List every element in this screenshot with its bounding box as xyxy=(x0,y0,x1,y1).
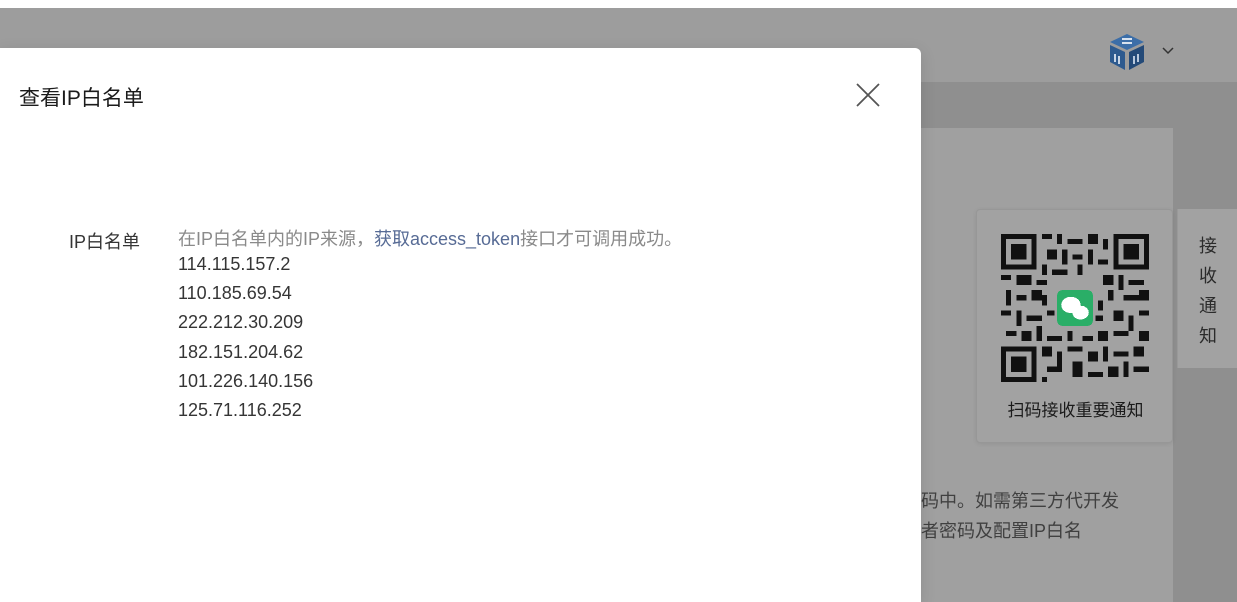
ip-item: 222.212.30.209 xyxy=(178,312,304,333)
hint-suffix: 接口才可调用成功。 xyxy=(520,229,683,249)
top-strip xyxy=(0,0,1237,8)
whitelist-hint: 在IP白名单内的IP来源，获取access_token接口才可调用成功。 xyxy=(178,228,682,250)
ip-list: 114.115.157.2 110.185.69.54 222.212.30.2… xyxy=(178,250,682,425)
access-token-link[interactable]: 获取access_token xyxy=(374,229,520,249)
ip-whitelist-label: IP白名单 xyxy=(69,232,141,252)
notify-tab-label: 接收通知 xyxy=(1199,236,1217,346)
qr-card: 扫码接收重要通知 xyxy=(976,209,1173,443)
ip-item: 110.185.69.54 xyxy=(178,283,292,304)
ip-item: 101.226.140.156 xyxy=(178,370,314,391)
qr-code-icon xyxy=(1001,234,1149,382)
background-description: 码中。如需第三方代开发 者密码及配置IP白名 xyxy=(921,486,1151,546)
close-icon[interactable] xyxy=(853,80,883,110)
description-line-1: 码中。如需第三方代开发 xyxy=(921,491,1119,511)
hint-prefix: 在IP白名单内的IP来源， xyxy=(178,229,375,249)
qr-caption: 扫码接收重要通知 xyxy=(1007,401,1144,420)
chevron-down-icon[interactable] xyxy=(1160,42,1176,58)
ip-whitelist-content: 在IP白名单内的IP来源，获取access_token接口才可调用成功。 114… xyxy=(178,228,682,425)
ip-item: 182.151.204.62 xyxy=(178,341,304,362)
description-line-2: 者密码及配置IP白名 xyxy=(921,521,1083,541)
cube-logo-icon[interactable] xyxy=(1106,32,1148,72)
dialog-title: 查看IP白名单 xyxy=(19,87,144,110)
ip-item: 125.71.116.252 xyxy=(178,400,302,421)
ip-whitelist-dialog: 查看IP白名单 IP白名单 在IP白名单内的IP来源，获取access_toke… xyxy=(0,48,921,602)
ip-item: 114.115.157.2 xyxy=(178,254,291,274)
notify-tab[interactable]: 接收通知 xyxy=(1177,209,1237,368)
